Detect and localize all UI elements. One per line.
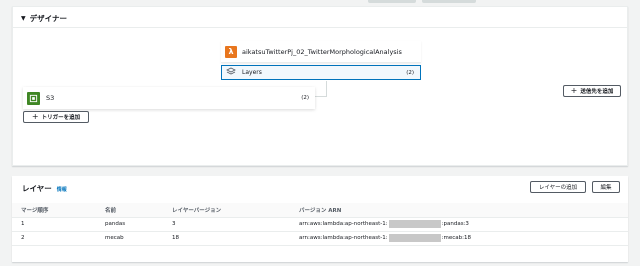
column-header: バージョン ARN — [290, 203, 628, 218]
designer-title: デザイナー — [29, 13, 67, 23]
top-button-left[interactable] — [368, 0, 416, 3]
layers-panel: レイヤー 情報 レイヤーの追加 編集 マージ順序 名前 レイヤーバージョン バー… — [12, 176, 628, 262]
add-trigger-button[interactable]: + トリガーを追加 — [23, 111, 89, 123]
arn-prefix: arn:aws:lambda:ap-northeast-1: — [299, 235, 388, 241]
add-layer-button[interactable]: レイヤーの追加 — [530, 181, 586, 193]
lambda-icon: λ — [225, 45, 237, 58]
s3-bucket-icon — [27, 91, 40, 105]
plus-icon: + — [570, 86, 578, 95]
function-node[interactable]: λ aikatsuTwitterPj_02_TwitterMorphologic… — [221, 41, 421, 63]
layers-count: (2) — [406, 69, 414, 76]
edit-button[interactable]: 編集 — [592, 181, 620, 193]
top-strip — [0, 0, 640, 4]
column-header: レイヤーバージョン — [163, 203, 290, 218]
layers-node[interactable]: Layers (2) — [221, 65, 421, 80]
cell-order: 1 — [12, 217, 96, 232]
add-destination-label: 送信先を追加 — [580, 89, 614, 95]
layers-table: マージ順序 名前 レイヤーバージョン バージョン ARN 1 pandas 3 … — [12, 203, 628, 246]
function-name: aikatsuTwitterPj_02_TwitterMorphological… — [242, 47, 402, 56]
cell-arn: arn:aws:lambda:ap-northeast-1: :mecab:18 — [290, 231, 628, 246]
trigger-name: S3 — [46, 94, 55, 102]
column-header: 名前 — [96, 203, 163, 218]
cell-arn: arn:aws:lambda:ap-northeast-1: :pandas:3 — [290, 217, 628, 232]
designer-divider — [13, 27, 627, 28]
arn-suffix: :pandas:3 — [441, 221, 469, 227]
designer-header[interactable]: ▼ デザイナー — [21, 11, 67, 25]
arn-prefix: arn:aws:lambda:ap-northeast-1: — [299, 221, 388, 227]
redacted-account-id — [388, 220, 441, 228]
caret-down-icon[interactable]: ▼ — [21, 15, 26, 22]
cell-name: pandas — [96, 217, 163, 232]
cell-name: mecab — [96, 231, 163, 246]
redacted-account-id — [388, 234, 441, 242]
layers-title: レイヤー — [22, 184, 52, 193]
arn-suffix: :mecab:18 — [441, 235, 471, 241]
plus-icon: + — [31, 112, 39, 121]
table-header-row: マージ順序 名前 レイヤーバージョン バージョン ARN — [12, 203, 628, 218]
table-row: 1 pandas 3 arn:aws:lambda:ap-northeast-1… — [12, 217, 628, 232]
cell-version: 3 — [163, 217, 290, 232]
cell-order: 2 — [12, 231, 96, 246]
info-link[interactable]: 情報 — [57, 186, 67, 193]
add-destination-button[interactable]: + 送信先を追加 — [563, 85, 621, 97]
column-header: マージ順序 — [12, 203, 96, 218]
add-trigger-label: トリガーを追加 — [41, 115, 81, 121]
designer-panel: ▼ デザイナー λ aikatsuTwitterPj_02_TwitterMor… — [12, 6, 628, 166]
layers-header: レイヤー 情報 — [22, 183, 67, 194]
table-row: 2 mecab 18 arn:aws:lambda:ap-northeast-1… — [12, 231, 628, 246]
cell-version: 18 — [163, 231, 290, 246]
top-button-right[interactable] — [422, 0, 476, 3]
layers-label: Layers — [242, 69, 262, 76]
trigger-node-s3[interactable]: S3 (2) — [23, 87, 315, 109]
trigger-count: (2) — [301, 95, 309, 101]
layers-icon — [226, 67, 236, 78]
